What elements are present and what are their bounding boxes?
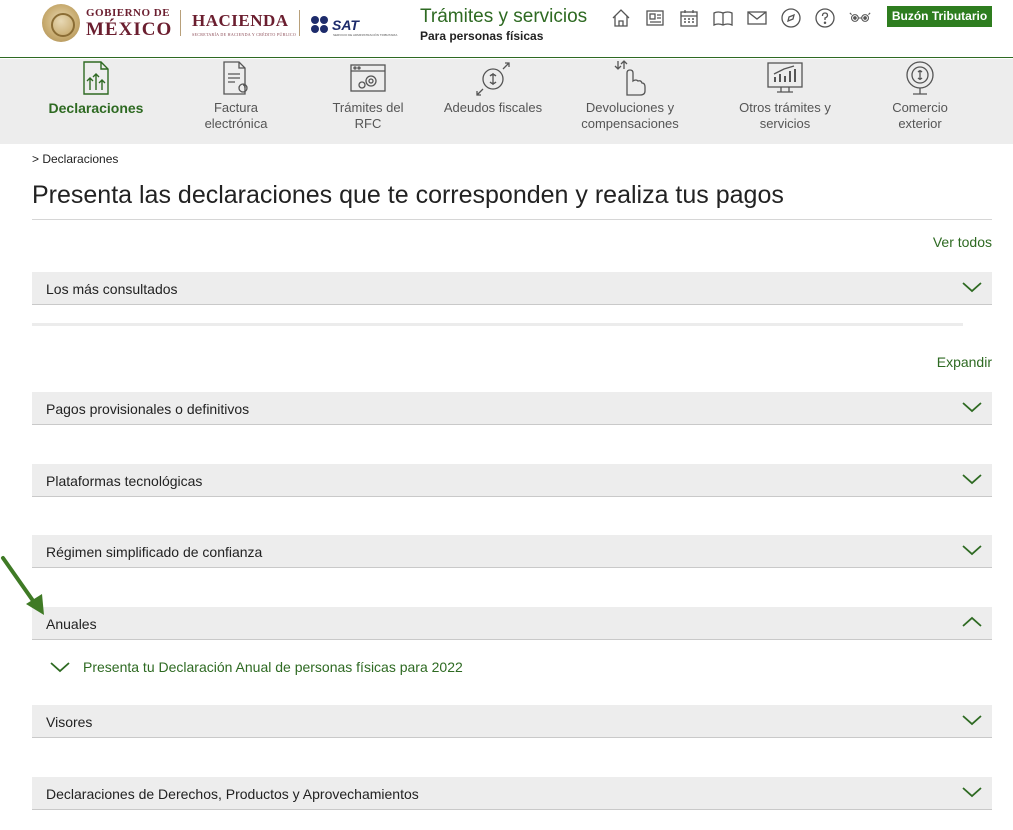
nav-item-rfc[interactable]: Trámites del RFC <box>318 59 418 144</box>
nav-item-adeudos[interactable]: Adeudos fiscales <box>443 59 543 144</box>
adeudos-icon <box>473 59 513 97</box>
sat-word: SAT <box>332 16 359 33</box>
help-icon[interactable] <box>814 7 836 29</box>
compass-icon[interactable] <box>780 7 802 29</box>
accordion-pagos-provisionales[interactable]: Pagos provisionales o definitivos <box>32 392 992 425</box>
mail-icon[interactable] <box>746 7 768 29</box>
news-icon[interactable] <box>644 7 666 29</box>
accordion-title: Pagos provisionales o definitivos <box>46 401 250 417</box>
accordion-title: Plataformas tecnológicas <box>46 473 203 489</box>
nav-item-declaraciones[interactable]: Declaraciones <box>46 59 146 144</box>
calendar-icon[interactable] <box>678 7 700 29</box>
gobierno-mexico-logo[interactable]: GOBIERNO DE MÉXICO <box>42 4 172 42</box>
comercio-exterior-icon <box>900 59 940 97</box>
chevron-down-icon <box>962 282 982 293</box>
accordion-title: Visores <box>46 714 93 730</box>
chevron-down-icon <box>962 402 982 413</box>
nav-label: Declaraciones <box>48 100 144 116</box>
nav-item-devoluciones[interactable]: Devoluciones y compensaciones <box>565 59 695 144</box>
accordion-anuales[interactable]: Anuales <box>32 607 992 640</box>
declaraciones-icon <box>76 59 116 97</box>
annotation-arrow-icon <box>1 556 44 615</box>
expandir-link[interactable]: Expandir <box>937 354 992 370</box>
devoluciones-icon <box>610 59 650 97</box>
nav-label: Otros trámites y servicios <box>739 100 831 131</box>
accordion-derechos-productos[interactable]: Declaraciones de Derechos, Productos y A… <box>32 777 992 810</box>
nav-label: Adeudos fiscales <box>443 100 543 115</box>
accordion-title: Declaraciones de Derechos, Productos y A… <box>46 786 419 802</box>
sat-dots-icon <box>311 16 328 33</box>
chevron-down-icon <box>962 715 982 726</box>
mexico-seal-icon <box>42 4 80 42</box>
accordion-title: Los más consultados <box>46 281 178 297</box>
rfc-icon <box>348 59 388 97</box>
accordion-visores[interactable]: Visores <box>32 705 992 738</box>
hacienda-word: HACIENDA <box>192 11 289 30</box>
accordion-los-mas-consultados[interactable]: Los más consultados <box>32 272 992 305</box>
logo-divider <box>299 10 300 36</box>
accordion-regimen-simplificado[interactable]: Régimen simplificado de confianza <box>32 535 992 568</box>
hacienda-logo[interactable]: HACIENDA SECRETARÍA DE HACIENDA Y CRÉDIT… <box>192 12 296 37</box>
buzon-tributario-button[interactable]: Buzón Tributario <box>887 6 992 27</box>
accordion-plataformas-tecnologicas[interactable]: Plataformas tecnológicas <box>32 464 992 497</box>
nav-label: Factura electrónica <box>204 100 268 131</box>
nav-item-otros-tramites[interactable]: Otros trámites y servicios <box>729 59 841 144</box>
ver-todos-link[interactable]: Ver todos <box>933 234 992 250</box>
nav-label: Devoluciones y compensaciones <box>581 100 679 131</box>
nav-item-comercio-exterior[interactable]: Comercio exterior <box>870 59 970 144</box>
page-title: Presenta las declaraciones que te corres… <box>32 181 784 209</box>
sat-subtext: SERVICIO DE ADMINISTRACIÓN TRIBUTARIA <box>333 33 398 37</box>
factura-icon <box>216 59 256 97</box>
sat-logo[interactable]: SAT <box>311 16 359 33</box>
section-subtitle: Para personas físicas <box>420 29 544 43</box>
accordion-title: Régimen simplificado de confianza <box>46 544 263 560</box>
chevron-down-icon <box>962 545 982 556</box>
book-icon[interactable] <box>712 7 734 29</box>
chevron-up-icon <box>962 616 982 627</box>
gob-line2: MÉXICO <box>86 18 173 40</box>
otros-tramites-icon <box>765 59 805 97</box>
title-divider <box>32 219 992 220</box>
home-icon[interactable] <box>610 7 632 29</box>
chevron-down-icon <box>50 662 70 673</box>
breadcrumb[interactable]: > Declaraciones <box>32 152 118 166</box>
nav-label: Trámites del RFC <box>332 100 404 131</box>
anuales-item-text: Presenta tu Declaración Anual de persona… <box>83 659 463 675</box>
accessibility-icon[interactable] <box>847 7 873 29</box>
chevron-down-icon <box>962 474 982 485</box>
accordion-title: Anuales <box>46 616 97 632</box>
anuales-declaracion-link[interactable]: Presenta tu Declaración Anual de persona… <box>50 656 463 678</box>
gob-line1: GOBIERNO DE <box>86 6 171 19</box>
section-title[interactable]: Trámites y servicios <box>420 7 587 26</box>
section-divider <box>32 323 963 326</box>
nav-item-factura[interactable]: Factura electrónica <box>186 59 286 144</box>
logo-divider <box>180 10 181 36</box>
hacienda-subtext: SECRETARÍA DE HACIENDA Y CRÉDITO PÚBLICO <box>192 32 297 37</box>
category-nav: Declaraciones Factura electrónica Trámit… <box>0 59 1013 144</box>
nav-label: Comercio exterior <box>892 100 948 131</box>
chevron-down-icon <box>962 787 982 798</box>
site-header: GOBIERNO DE MÉXICO HACIENDA SECRETARÍA D… <box>0 0 1013 58</box>
